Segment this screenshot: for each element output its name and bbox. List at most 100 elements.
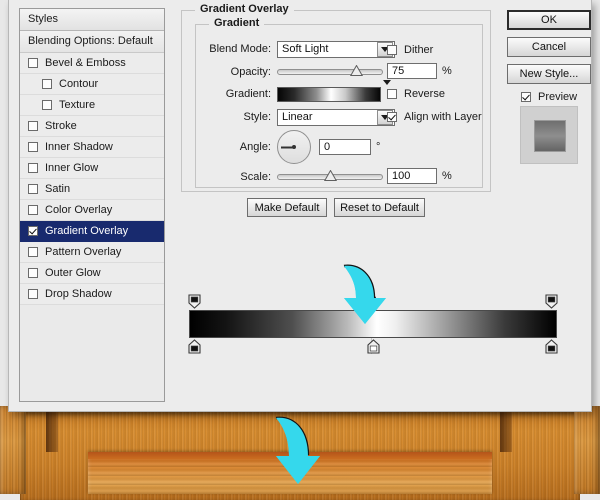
sidebar-item-satin[interactable]: Satin: [20, 179, 164, 200]
dither-checkbox-row[interactable]: Dither: [387, 42, 433, 58]
sidebar-item-texture[interactable]: Texture: [20, 95, 164, 116]
style-enable-checkbox[interactable]: [28, 289, 38, 299]
opacity-input[interactable]: 75: [387, 63, 437, 79]
wood-post-right: [574, 406, 600, 494]
style-enable-checkbox[interactable]: [42, 100, 52, 110]
gradient-overlay-group-title: Gradient Overlay: [195, 3, 294, 15]
dither-checkbox[interactable]: [387, 45, 397, 55]
style-enable-checkbox[interactable]: [28, 121, 38, 131]
sidebar-item-label: Inner Shadow: [45, 137, 113, 157]
sidebar-item-label: Texture: [59, 95, 95, 115]
angle-dial[interactable]: [277, 130, 311, 164]
opacity-row: Opacity:: [205, 63, 383, 81]
sidebar-item-outer-glow[interactable]: Outer Glow: [20, 263, 164, 284]
opacity-label: Opacity:: [205, 66, 271, 78]
sidebar-item-inner-shadow[interactable]: Inner Shadow: [20, 137, 164, 158]
reverse-checkbox[interactable]: [387, 89, 397, 99]
new-style-button[interactable]: New Style...: [507, 64, 591, 84]
styles-header: Styles: [20, 9, 164, 31]
cancel-button[interactable]: Cancel: [507, 37, 591, 57]
sidebar-item-blending-options[interactable]: Blending Options: Default: [20, 31, 164, 53]
make-default-button[interactable]: Make Default: [247, 198, 327, 217]
preview-checkbox[interactable]: [521, 92, 531, 102]
wood-gap-right: [500, 406, 512, 452]
style-enable-checkbox[interactable]: [28, 142, 38, 152]
scale-slider-handle[interactable]: [324, 170, 337, 181]
sidebar-item-label: Outer Glow: [45, 263, 101, 283]
sidebar-item-stroke[interactable]: Stroke: [20, 116, 164, 137]
blend-mode-row: Blend Mode: Soft Light: [205, 40, 395, 58]
style-label: Style:: [205, 111, 271, 123]
sidebar-item-label: Gradient Overlay: [45, 221, 128, 241]
styles-list: Bevel & EmbossContourTextureStrokeInner …: [20, 53, 164, 305]
gradient-row: Gradient:: [205, 85, 391, 103]
blend-mode-select[interactable]: Soft Light: [277, 41, 395, 58]
sidebar-item-contour[interactable]: Contour: [20, 74, 164, 95]
angle-label: Angle:: [205, 141, 271, 153]
align-with-layer-label: Align with Layer: [404, 111, 482, 123]
align-with-layer-checkbox-row[interactable]: Align with Layer: [387, 109, 482, 125]
angle-unit: °: [376, 141, 380, 153]
dither-label: Dither: [404, 44, 433, 56]
style-enable-checkbox[interactable]: [28, 184, 38, 194]
ok-button[interactable]: OK: [507, 10, 591, 30]
angle-input[interactable]: 0: [319, 139, 371, 155]
gradient-opacity-stop[interactable]: [188, 294, 201, 309]
sidebar-item-gradient-overlay[interactable]: Gradient Overlay: [20, 221, 164, 242]
gradient-color-stop[interactable]: [545, 339, 558, 354]
wood-shelf-scene: [0, 406, 600, 500]
preview-checkbox-row[interactable]: Preview: [521, 89, 577, 105]
wood-gap-left: [46, 406, 58, 452]
screenshot-root: Styles Blending Options: Default Bevel &…: [0, 0, 600, 500]
angle-dial-hub: [292, 145, 296, 149]
gradient-preview-bar[interactable]: [189, 310, 557, 338]
blend-mode-label: Blend Mode:: [205, 43, 271, 55]
style-enable-checkbox[interactable]: [28, 247, 38, 257]
wood-post-left: [0, 406, 26, 494]
style-enable-checkbox[interactable]: [28, 205, 38, 215]
style-enable-checkbox[interactable]: [28, 268, 38, 278]
align-with-layer-checkbox[interactable]: [387, 112, 397, 122]
sidebar-item-label: Stroke: [45, 116, 77, 136]
sidebar-item-label: Color Overlay: [45, 200, 112, 220]
style-enable-checkbox[interactable]: [28, 226, 38, 236]
preview-label: Preview: [538, 91, 577, 103]
style-row: Style: Linear: [205, 108, 395, 126]
scale-label: Scale:: [205, 171, 271, 183]
gradient-swatch[interactable]: [277, 87, 381, 102]
scale-slider[interactable]: [277, 174, 383, 180]
sidebar-item-label: Satin: [45, 179, 70, 199]
gradient-group-title: Gradient: [209, 17, 264, 29]
sidebar-item-label: Bevel & Emboss: [45, 53, 126, 73]
sidebar-item-label: Contour: [59, 74, 98, 94]
style-enable-checkbox[interactable]: [28, 58, 38, 68]
scale-unit: %: [442, 170, 452, 182]
wood-shelf-lip: [88, 452, 492, 459]
sidebar-item-inner-glow[interactable]: Inner Glow: [20, 158, 164, 179]
reverse-checkbox-row[interactable]: Reverse: [387, 86, 445, 102]
sidebar-item-drop-shadow[interactable]: Drop Shadow: [20, 284, 164, 305]
blend-mode-value: Soft Light: [278, 43, 377, 55]
sidebar-item-label: Drop Shadow: [45, 284, 112, 304]
style-select[interactable]: Linear: [277, 109, 395, 126]
opacity-value-row: 75 %: [387, 62, 452, 80]
gradient-color-stop[interactable]: [367, 339, 380, 354]
opacity-slider-handle[interactable]: [350, 65, 363, 76]
reset-to-default-button[interactable]: Reset to Default: [334, 198, 425, 217]
scale-input[interactable]: 100: [387, 168, 437, 184]
preview-thumbnail-shape: [534, 120, 566, 152]
styles-sidebar: Styles Blending Options: Default Bevel &…: [19, 8, 165, 402]
opacity-slider[interactable]: [277, 69, 383, 75]
style-enable-checkbox[interactable]: [28, 163, 38, 173]
reverse-label: Reverse: [404, 88, 445, 100]
sidebar-item-bevel-emboss[interactable]: Bevel & Emboss: [20, 53, 164, 74]
angle-row: Angle: 0 °: [205, 130, 380, 164]
gradient-color-stop[interactable]: [188, 339, 201, 354]
opacity-unit: %: [442, 65, 452, 77]
sidebar-item-label: Inner Glow: [45, 158, 98, 178]
sidebar-item-pattern-overlay[interactable]: Pattern Overlay: [20, 242, 164, 263]
gradient-opacity-stop[interactable]: [545, 294, 558, 309]
style-enable-checkbox[interactable]: [42, 79, 52, 89]
sidebar-item-color-overlay[interactable]: Color Overlay: [20, 200, 164, 221]
gradient-label: Gradient:: [205, 88, 271, 100]
